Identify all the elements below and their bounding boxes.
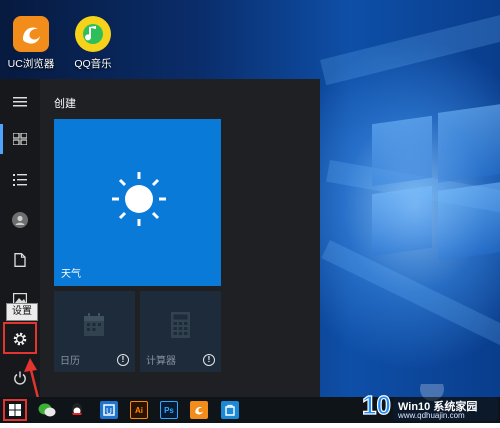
warning-icon: ! — [203, 354, 215, 366]
wechat-icon[interactable] — [38, 401, 56, 419]
tile-weather[interactable]: 天气 — [54, 119, 221, 286]
desktop-icon-uc-browser[interactable]: UC浏览器 — [0, 16, 62, 71]
svg-text:U: U — [106, 407, 112, 416]
browser-icon[interactable]: U — [100, 401, 118, 419]
highlight-box — [3, 322, 37, 354]
uc-browser-icon — [13, 16, 49, 52]
tile-label: 天气 — [61, 269, 81, 280]
uc-browser-taskbar-icon[interactable] — [190, 401, 208, 419]
user-icon[interactable] — [0, 203, 40, 237]
watermark: 10 Win10 系统家园 www.qdhuajin.com — [360, 377, 500, 423]
start-menu: 创建 天气 日历 ! 计算器 ! — [0, 79, 320, 397]
document-icon[interactable] — [0, 243, 40, 277]
light-beam — [321, 240, 500, 355]
hamburger-icon[interactable] — [0, 85, 40, 119]
light-beam — [320, 0, 500, 86]
logo-pane — [372, 115, 432, 187]
tile-label: 计算器 — [146, 356, 176, 367]
section-title: 创建 — [54, 98, 76, 110]
warning-icon: ! — [117, 354, 129, 366]
list-icon[interactable] — [0, 163, 40, 197]
desktop-icon-label: UC浏览器 — [7, 58, 55, 70]
desktop-icon-label: QQ音乐 — [74, 58, 112, 70]
tile-label: 日历 — [60, 356, 80, 367]
start-button[interactable] — [3, 399, 27, 421]
logo-pane — [438, 103, 500, 183]
photoshop-icon[interactable]: Ps — [160, 401, 178, 419]
store-icon[interactable] — [221, 401, 239, 419]
calendar-icon — [84, 313, 104, 336]
logo-pane — [372, 185, 432, 257]
svg-text:10: 10 — [362, 390, 391, 420]
tile-calendar[interactable]: 日历 ! — [54, 291, 135, 372]
tile-calculator[interactable]: 计算器 ! — [140, 291, 221, 372]
qq-icon[interactable] — [68, 401, 86, 419]
calculator-icon — [171, 312, 190, 338]
all-apps-icon[interactable] — [0, 122, 40, 156]
sun-icon — [112, 172, 166, 226]
settings-tooltip: 设置 — [6, 303, 38, 321]
desktop-icon-qq-music[interactable]: QQ音乐 — [62, 16, 124, 71]
qq-music-icon — [75, 16, 111, 52]
illustrator-icon[interactable]: Ai — [130, 401, 148, 419]
watermark-url: www.qdhuajin.com — [398, 411, 465, 420]
logo-pane — [438, 181, 500, 261]
